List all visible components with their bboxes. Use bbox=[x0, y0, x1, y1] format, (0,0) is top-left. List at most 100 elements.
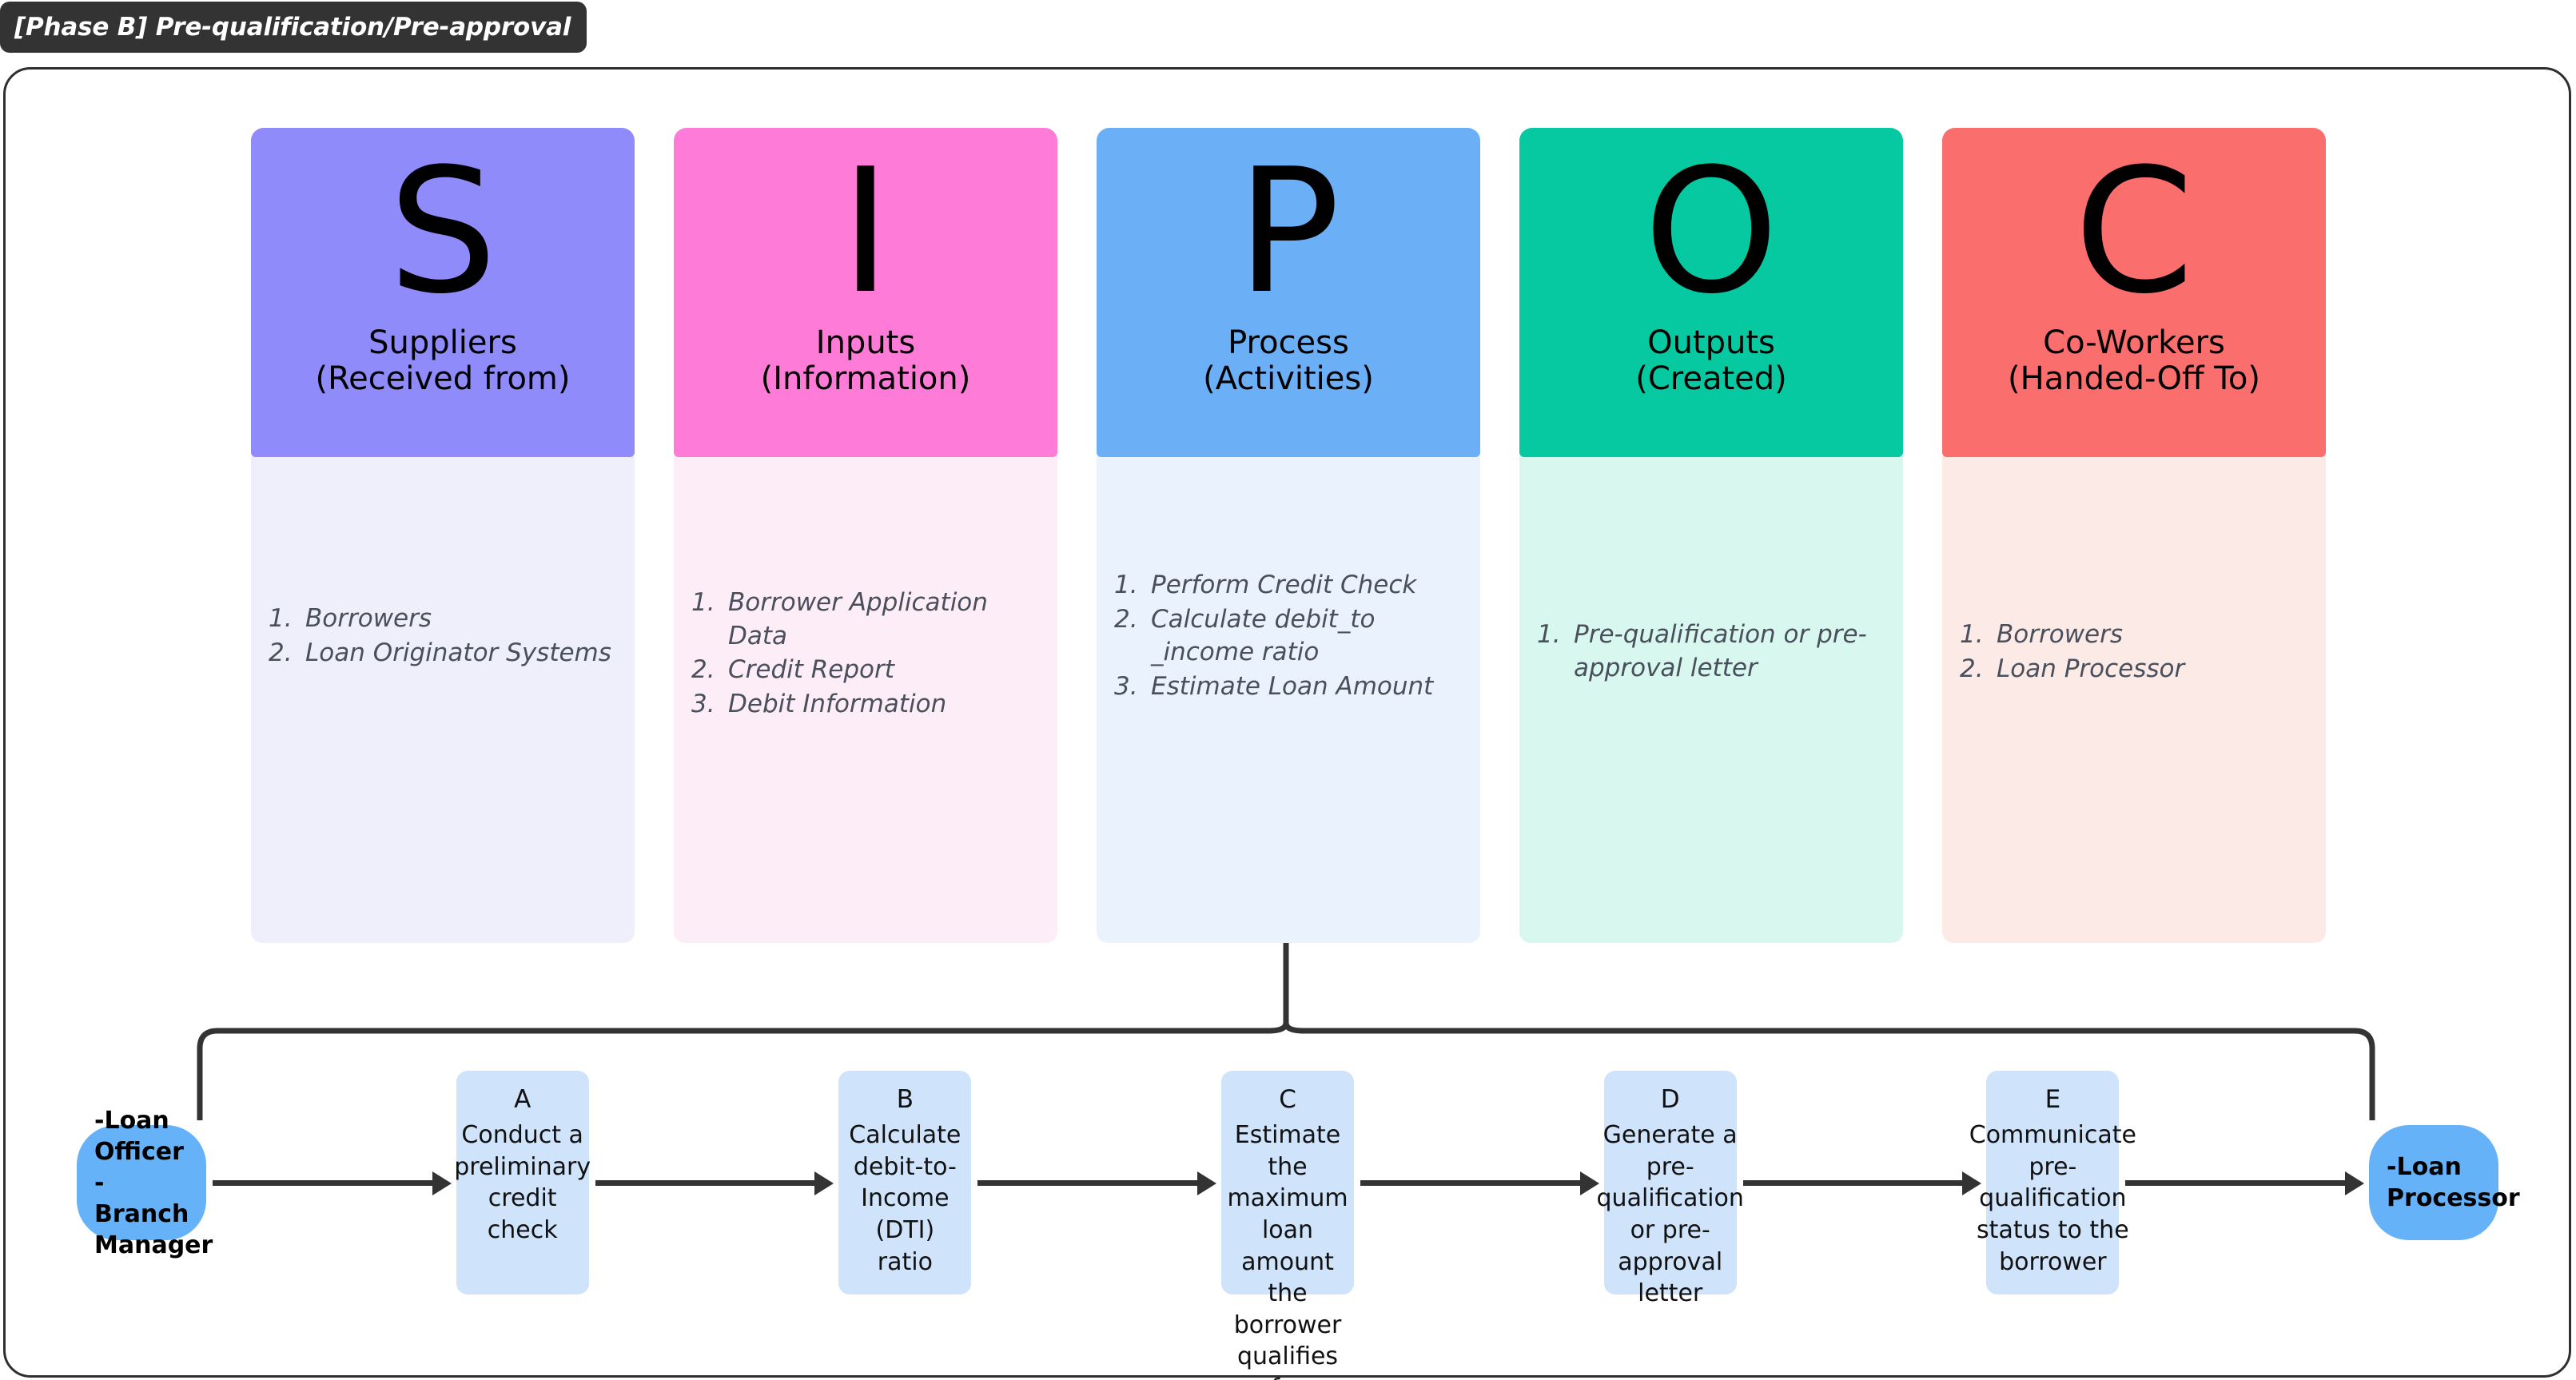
phase-badge: [Phase B] Pre-qualification/Pre-approval bbox=[0, 2, 587, 53]
column-title-coworkers: Co-Workers (Handed-Off To) bbox=[2008, 324, 2260, 398]
arrow-shaft bbox=[1360, 1180, 1585, 1186]
flow-step-text: Calculate debit-to-Income (DTI) ratio bbox=[849, 1121, 962, 1276]
column-body-process: 1. Perform Credit Check 2. Calculate debit… bbox=[1097, 454, 1480, 943]
list-text: Estimate Loan Amount bbox=[1151, 671, 1434, 701]
flow-step-c[interactable]: C Estimate the maximum loan amount the b… bbox=[1221, 1071, 1355, 1380]
sipoc-columns: S Suppliers (Received from) 1. Borrowers … bbox=[251, 128, 2326, 943]
sipoc-column-inputs[interactable]: I Inputs (Information) 1. Borrower Applic… bbox=[674, 128, 1057, 943]
process-list: 1. Perform Credit Check 2. Calculate debit… bbox=[1114, 569, 1463, 704]
flow-arrow bbox=[2119, 1171, 2369, 1195]
flow-step-text: Generate a pre-qualification or pre-appr… bbox=[1596, 1121, 1744, 1308]
list-item: 1. Borrower Application Data bbox=[691, 587, 1040, 653]
list-number: 1. bbox=[269, 604, 293, 633]
list-number: 1. bbox=[691, 588, 715, 617]
list-item: 1. Borrowers bbox=[269, 603, 617, 636]
flow-step-letter: B bbox=[896, 1085, 914, 1114]
list-text: Loan Originator Systems bbox=[305, 638, 611, 667]
column-header-coworkers: C Co-Workers (Handed-Off To) bbox=[1942, 128, 2326, 457]
list-text: Loan Processor bbox=[1997, 654, 2185, 683]
column-header-suppliers: S Suppliers (Received from) bbox=[251, 128, 635, 457]
flow-step-letter: E bbox=[2044, 1085, 2061, 1114]
list-number: 2. bbox=[269, 638, 293, 667]
flow-step-a[interactable]: A Conduct a preliminary credit check bbox=[454, 1071, 591, 1294]
role-pill-start[interactable]: -Loan Officer -Branch Manager bbox=[77, 1107, 213, 1259]
column-letter-p: P bbox=[1236, 131, 1340, 332]
list-item: 3. Debit Information bbox=[691, 688, 1040, 722]
list-text: Calculate debit_to _income ratio bbox=[1151, 604, 1376, 667]
column-title-process: Process (Activities) bbox=[1203, 324, 1374, 398]
list-number: 1. bbox=[1960, 620, 1984, 649]
arrow-head-icon bbox=[432, 1171, 452, 1195]
coworkers-list: 1. Borrowers 2. Loan Processor bbox=[1960, 618, 2308, 686]
column-title-inputs: Inputs (Information) bbox=[760, 324, 971, 398]
list-text: Credit Report bbox=[728, 655, 894, 685]
flow-step-letter: C bbox=[1279, 1085, 1296, 1114]
flow-step-text: Communicate pre-qualification status to … bbox=[1969, 1121, 2136, 1276]
list-item: 2. Calculate debit_to _income ratio bbox=[1114, 603, 1463, 670]
arrow-shaft bbox=[595, 1180, 820, 1186]
list-number: 2. bbox=[691, 655, 715, 685]
flow-step-b[interactable]: B Calculate debit-to-Income (DTI) ratio bbox=[838, 1071, 972, 1294]
column-header-process: P Process (Activities) bbox=[1097, 128, 1480, 457]
flow-step-letter: D bbox=[1660, 1085, 1680, 1114]
list-number: 3. bbox=[1114, 671, 1138, 701]
column-body-outputs: 1. Pre-qualification or pre-approval lett… bbox=[1519, 454, 1903, 943]
column-body-coworkers: 1. Borrowers 2. Loan Processor bbox=[1942, 454, 2326, 943]
sipoc-column-suppliers[interactable]: S Suppliers (Received from) 1. Borrowers … bbox=[251, 128, 635, 943]
role-pill-end[interactable]: -Loan Processor bbox=[2369, 1125, 2520, 1240]
list-text: Borrowers bbox=[1997, 620, 2124, 649]
flow-arrow bbox=[971, 1171, 1221, 1195]
list-number: 1. bbox=[1537, 620, 1561, 649]
list-number: 3. bbox=[691, 689, 715, 718]
list-text: Perform Credit Check bbox=[1151, 571, 1417, 599]
flow-step-d[interactable]: D Generate a pre-qualification or pre-ap… bbox=[1597, 1071, 1744, 1307]
column-header-outputs: O Outputs (Created) bbox=[1519, 128, 1903, 457]
role-pill-start-label: -Loan Officer -Branch Manager bbox=[94, 1106, 213, 1259]
list-number: 2. bbox=[1114, 604, 1138, 634]
flow-step-letter: A bbox=[514, 1085, 532, 1114]
list-item: 1. Pre-qualification or pre-approval lett… bbox=[1537, 618, 1885, 685]
list-item: 1. Borrowers bbox=[1960, 618, 2308, 652]
supplier-list: 1. Borrowers 2. Loan Originator Systems bbox=[269, 603, 617, 670]
sipoc-diagram: [Phase B] Pre-qualification/Pre-approval… bbox=[0, 0, 2576, 1380]
list-item: 1. Perform Credit Check bbox=[1114, 569, 1463, 603]
column-letter-s: S bbox=[388, 131, 498, 332]
arrow-shaft bbox=[977, 1180, 1203, 1186]
column-letter-c: C bbox=[2073, 131, 2195, 332]
sipoc-column-process[interactable]: P Process (Activities) 1. Perform Credit … bbox=[1097, 128, 1480, 943]
arrow-head-icon bbox=[2345, 1171, 2365, 1195]
flow-step-text: Conduct a preliminary credit check bbox=[454, 1121, 591, 1244]
arrow-head-icon bbox=[1579, 1171, 1599, 1195]
list-item: 2. Loan Processor bbox=[1960, 653, 2308, 686]
list-text: Borrower Application Data bbox=[728, 588, 988, 650]
column-body-inputs: 1. Borrower Application Data 2. Credit Rep… bbox=[674, 454, 1057, 943]
flow-arrow bbox=[1354, 1171, 1604, 1195]
arrow-shaft bbox=[1742, 1180, 1968, 1186]
sipoc-column-coworkers[interactable]: C Co-Workers (Handed-Off To) 1. Borrowers… bbox=[1942, 128, 2326, 943]
list-item: 2. Credit Report bbox=[691, 654, 1040, 687]
column-title-suppliers: Suppliers (Received from) bbox=[315, 324, 571, 398]
list-number: 2. bbox=[1960, 654, 1984, 683]
flow-arrow bbox=[206, 1171, 456, 1195]
arrow-shaft bbox=[213, 1180, 437, 1186]
arrow-head-icon bbox=[814, 1171, 834, 1195]
list-text: Borrowers bbox=[305, 604, 432, 633]
list-text: Debit Information bbox=[728, 689, 947, 718]
list-text: Pre-qualification or pre-approval letter bbox=[1574, 620, 1867, 682]
flow-step-e[interactable]: E Communicate pre-qualification status t… bbox=[1969, 1071, 2136, 1294]
flow-arrow bbox=[1737, 1171, 1987, 1195]
outputs-list: 1. Pre-qualification or pre-approval lett… bbox=[1537, 618, 1885, 686]
flow-arrow bbox=[589, 1171, 839, 1195]
column-letter-i: I bbox=[840, 131, 891, 332]
arrow-head-icon bbox=[1962, 1171, 1982, 1195]
arrow-head-icon bbox=[1197, 1171, 1217, 1195]
column-letter-o: O bbox=[1643, 131, 1779, 332]
sipoc-column-outputs[interactable]: O Outputs (Created) 1. Pre-qualification … bbox=[1519, 128, 1903, 943]
column-body-suppliers: 1. Borrowers 2. Loan Originator Systems bbox=[251, 454, 635, 943]
role-pill-end-label: -Loan Processor bbox=[2387, 1153, 2520, 1212]
list-item: 2. Loan Originator Systems bbox=[269, 637, 617, 670]
process-flow-row: -Loan Officer -Branch Manager A Conduct … bbox=[77, 1063, 2520, 1380]
list-item: 3. Estimate Loan Amount bbox=[1114, 670, 1463, 704]
inputs-list: 1. Borrower Application Data 2. Credit Rep… bbox=[691, 587, 1040, 722]
column-title-outputs: Outputs (Created) bbox=[1635, 324, 1787, 398]
